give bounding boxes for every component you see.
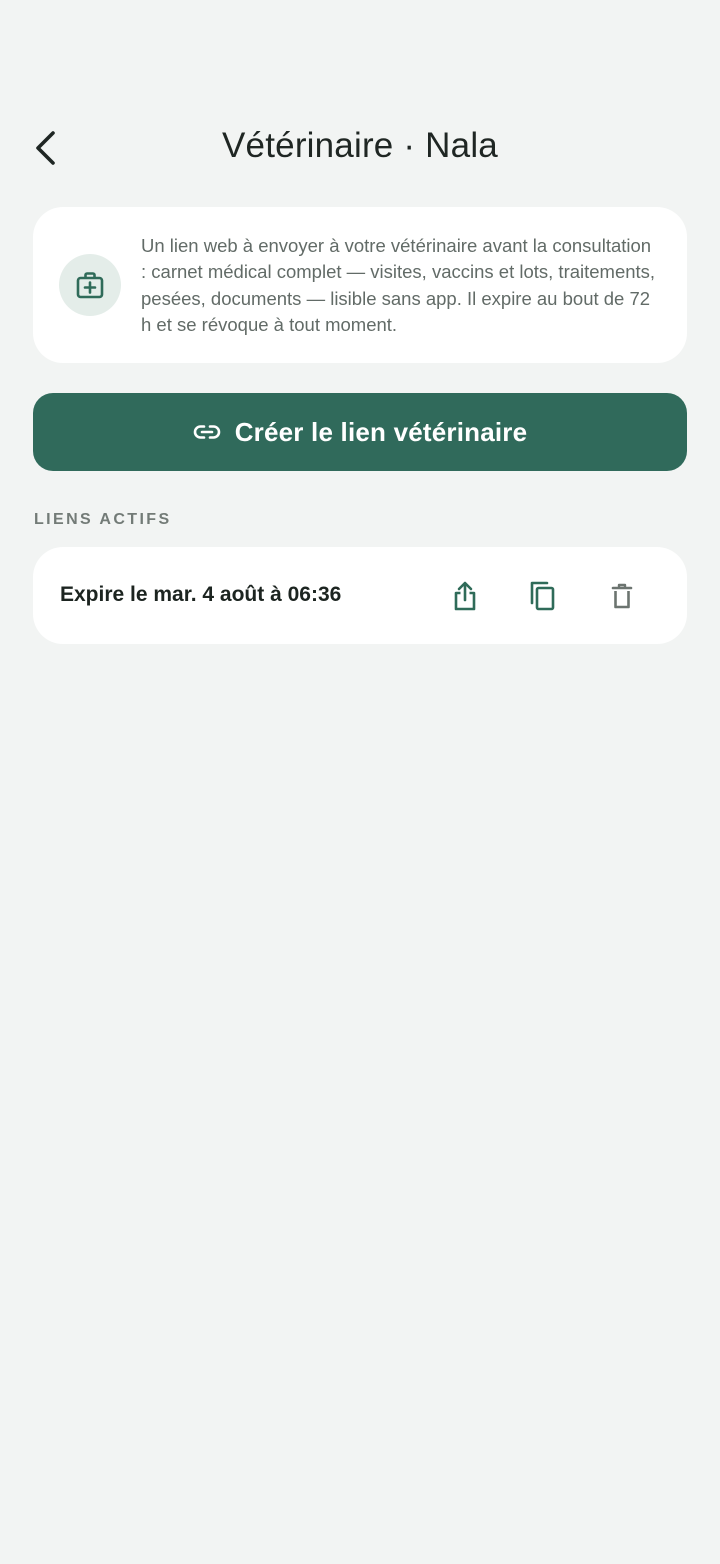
link-expiry-text: Expire le mar. 4 août à 06:36 xyxy=(60,583,342,606)
link-icon xyxy=(193,425,220,439)
medical-kit-icon-badge xyxy=(59,254,121,316)
active-link-item: Expire le mar. 4 août à 06:36 xyxy=(33,547,687,644)
create-vet-link-button[interactable]: Créer le lien vétérinaire xyxy=(33,393,687,471)
share-icon xyxy=(454,581,476,611)
section-heading-active-links: LIENS ACTIFS xyxy=(34,511,172,528)
info-card: Un lien web à envoyer à votre vétérinair… xyxy=(33,207,687,363)
create-vet-link-label: Créer le lien vétérinaire xyxy=(234,416,528,447)
copy-link-button[interactable] xyxy=(519,572,567,620)
trash-icon xyxy=(611,583,633,609)
top-app-bar: Vétérinaire · Nala xyxy=(0,100,720,192)
copy-icon xyxy=(530,581,555,611)
medical-kit-icon xyxy=(76,272,104,299)
page-title: Vétérinaire · Nala xyxy=(222,126,498,165)
share-link-button[interactable] xyxy=(441,572,489,620)
revoke-link-button[interactable] xyxy=(598,572,646,620)
info-description: Un lien web à envoyer à votre vétérinair… xyxy=(141,235,656,335)
